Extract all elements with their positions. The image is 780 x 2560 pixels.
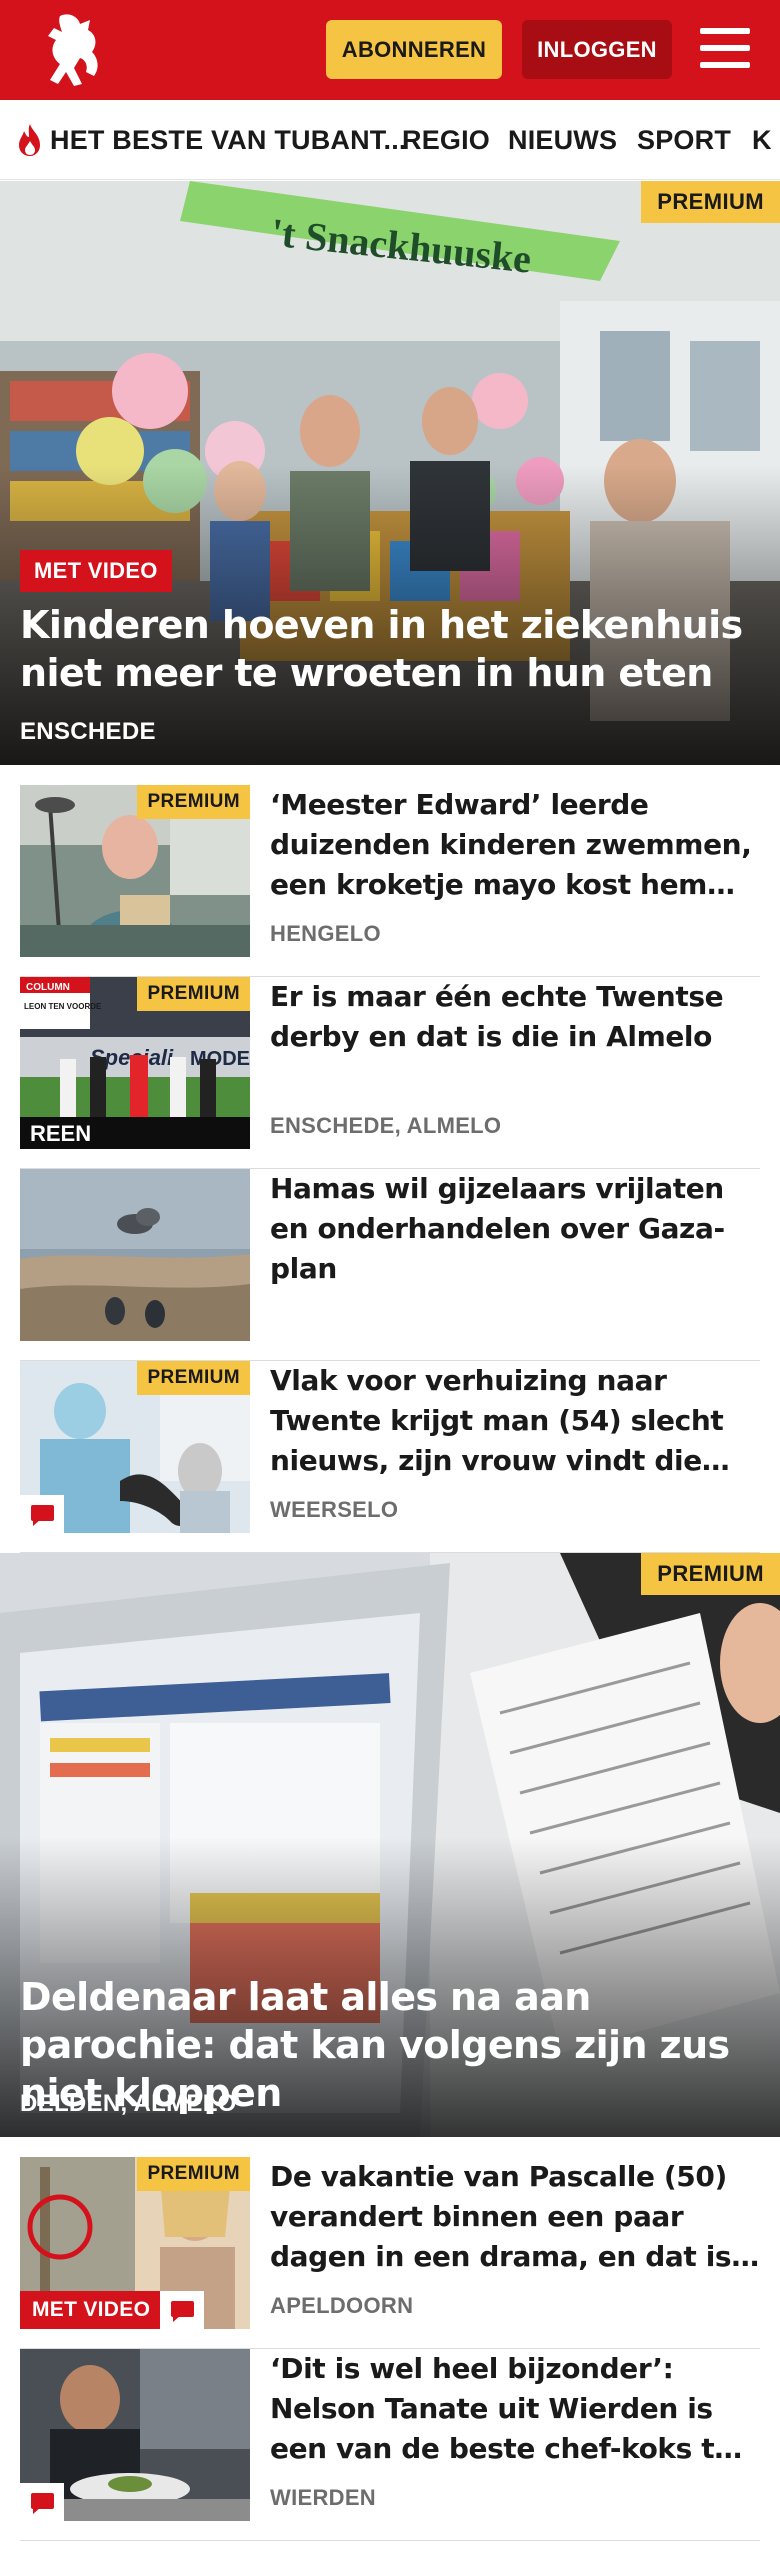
premium-badge: PREMIUM (137, 785, 250, 819)
list-item[interactable]: Speciali MODE REEN COLUMN LEON TEN VOORD… (20, 977, 760, 1169)
video-badge: MET VIDEO (20, 550, 172, 592)
nav-item-regio[interactable]: REGIO (402, 100, 490, 179)
premium-badge: PREMIUM (137, 977, 250, 1011)
video-badge: MET VIDEO (20, 2291, 163, 2329)
comment-icon[interactable] (160, 2291, 204, 2329)
hero-location: ENSCHEDE (20, 718, 156, 745)
article-location: APELDOORN (270, 2293, 414, 2318)
list-item[interactable]: PREMIUM Vlak voor verhuizing naar Twente… (20, 1361, 760, 1553)
article-location: ENSCHEDE, ALMELO (270, 1113, 502, 1138)
svg-text:MODE: MODE (190, 1048, 250, 1070)
nav-item-label: HET BESTE VAN TUBANT... (50, 124, 407, 155)
hero-article-hospital-food[interactable]: 't Snackhuuske PREMIUM MET VIDEO Kindere… (0, 181, 780, 765)
login-button[interactable]: INLOGGEN (522, 20, 672, 79)
subscribe-button[interactable]: ABONNEREN (326, 20, 502, 79)
flame-icon (19, 124, 40, 156)
premium-badge: PREMIUM (137, 1361, 250, 1395)
list-item[interactable]: ‘Dit is wel heel bijzonder’: Nelson Tana… (20, 2349, 760, 2541)
article-thumbnail (20, 2349, 250, 2521)
column-label: COLUMN (26, 982, 70, 993)
article-thumbnail: PREMIUM (20, 785, 250, 957)
hero-location: DELDEN, ALMELO (20, 2090, 237, 2117)
list-item[interactable]: PREMIUM ‘Meester Edward’ leerde duizende… (20, 785, 760, 977)
article-headline[interactable]: Vlak voor verhuizing naar Twente krijgt … (270, 1361, 760, 1481)
top-header: ABONNEREN INLOGGEN (0, 0, 780, 100)
comment-icon[interactable] (20, 1495, 64, 1533)
article-headline[interactable]: Er is maar één echte Twentse derby en da… (270, 977, 760, 1057)
article-headline[interactable]: ‘Dit is wel heel bijzonder’: Nelson Tana… (270, 2349, 760, 2469)
premium-badge: PREMIUM (137, 2157, 250, 2191)
list-item[interactable]: PREMIUM MET VIDEO De vakantie van Pascal… (20, 2157, 760, 2349)
svg-text:REEN: REEN (30, 1121, 91, 1146)
comment-icon[interactable] (20, 2483, 64, 2521)
nav-item-sport[interactable]: SPORT (637, 100, 731, 179)
premium-badge: PREMIUM (641, 1553, 780, 1595)
nav-item-nieuws[interactable]: NIEUWS (508, 100, 617, 179)
article-thumbnail: PREMIUM MET VIDEO (20, 2157, 250, 2329)
hero-headline[interactable]: Kinderen hoeven in het ziekenhuis niet m… (20, 601, 756, 697)
nav-item-best-of[interactable]: HET BESTE VAN TUBANT... (16, 100, 407, 179)
article-location: WEERSELO (270, 1497, 399, 1522)
hero-article-parish[interactable]: PREMIUM Deldenaar laat alles na aan paro… (0, 1553, 780, 2137)
article-location: WIERDEN (270, 2485, 376, 2510)
article-headline[interactable]: De vakantie van Pascalle (50) verandert … (270, 2157, 760, 2277)
tubantia-horse-logo-icon[interactable] (38, 10, 108, 90)
article-headline[interactable]: Hamas wil gijzelaars vrijlaten en onderh… (270, 1169, 760, 1289)
article-thumbnail: PREMIUM (20, 1361, 250, 1533)
article-headline[interactable]: ‘Meester Edward’ leerde duizenden kinder… (270, 785, 760, 905)
article-thumbnail: Speciali MODE REEN COLUMN LEON TEN VOORD… (20, 977, 250, 1149)
article-location: HENGELO (270, 921, 381, 946)
nav-item-more[interactable]: K (752, 100, 772, 179)
list-item[interactable]: Hamas wil gijzelaars vrijlaten en onderh… (20, 1169, 760, 1361)
article-thumbnail (20, 1169, 250, 1341)
hamburger-menu-icon[interactable] (700, 26, 750, 70)
column-author: LEON TEN VOORDE (24, 1002, 102, 1011)
section-nav: HET BESTE VAN TUBANT... REGIO NIEUWS SPO… (0, 100, 780, 180)
premium-badge: PREMIUM (641, 181, 780, 223)
